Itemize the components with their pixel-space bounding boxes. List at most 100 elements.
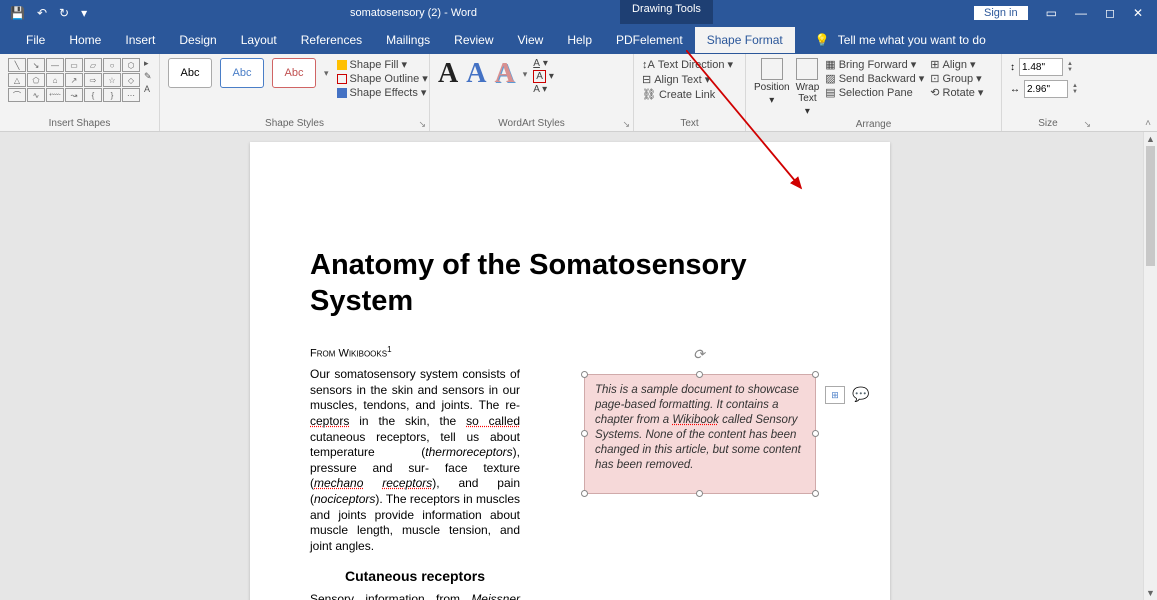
wordart-preset-1[interactable]: A xyxy=(438,58,458,90)
resize-handle-ml[interactable] xyxy=(581,430,588,437)
style-preset-1[interactable]: Abc xyxy=(168,58,212,88)
resize-handle-br[interactable] xyxy=(812,490,819,497)
doc-subheading[interactable]: Cutaneous receptors xyxy=(250,554,580,584)
shape-outline-button[interactable]: Shape Outline ▾ xyxy=(337,72,428,85)
selection-pane-button[interactable]: ▤ Selection Pane xyxy=(825,86,924,99)
shape-fill-button[interactable]: Shape Fill ▾ xyxy=(337,58,428,71)
wordart-preset-3[interactable]: A xyxy=(494,58,514,90)
tab-pdfelement[interactable]: PDFelement xyxy=(604,27,695,53)
window-title: somatosensory (2) - Word xyxy=(350,7,477,19)
document-page[interactable]: Anatomy of the Somatosensory System From… xyxy=(250,142,890,600)
comment-indicator-icon[interactable]: 💬 xyxy=(852,386,869,403)
bring-forward-button[interactable]: ▦ Bring Forward ▾ xyxy=(825,58,924,71)
minimize-icon[interactable]: — xyxy=(1075,6,1087,20)
ribbon-display-icon[interactable]: ▭ xyxy=(1046,6,1057,20)
scroll-down-icon[interactable]: ▼ xyxy=(1144,586,1157,600)
group-shape-styles: Abc Abc Abc ▾ Shape Fill ▾ Shape Outline… xyxy=(160,54,430,131)
text-direction-button[interactable]: ↕A Text Direction ▾ xyxy=(642,58,737,71)
vertical-scrollbar[interactable]: ▲ ▼ xyxy=(1143,132,1157,600)
doc-paragraph-1[interactable]: Our somatosensory system consists of sen… xyxy=(250,359,580,554)
edit-shape-icon[interactable]: ✎ xyxy=(144,71,152,82)
size-launcher-icon[interactable]: ↘ xyxy=(1083,119,1091,130)
outline-swatch-icon xyxy=(337,74,347,84)
group-label-arrange: Arrange xyxy=(754,117,993,132)
redo-icon[interactable]: ↻ xyxy=(59,6,69,20)
send-backward-button[interactable]: ▨ Send Backward ▾ xyxy=(825,72,924,85)
shapes-more-icon[interactable]: ▸ xyxy=(144,58,152,69)
titlebar: 💾 ↶ ↻ ▾ somatosensory (2) - Word Drawing… xyxy=(0,0,1157,26)
resize-handle-tm[interactable] xyxy=(696,371,703,378)
group-text: ↕A Text Direction ▾ ⊟ Align Text ▾ ⛓ Cre… xyxy=(634,54,746,131)
width-spinner[interactable]: ▲▼ xyxy=(1072,83,1078,95)
group-label-size: Size↘ xyxy=(1010,116,1086,131)
doc-paragraph-2[interactable]: Sensory information from Meissner corpus… xyxy=(250,584,580,600)
group-button[interactable]: ⊡ Group ▾ xyxy=(930,72,983,85)
height-spinner[interactable]: ▲▼ xyxy=(1067,61,1073,73)
tab-mailings[interactable]: Mailings xyxy=(374,27,442,53)
tab-review[interactable]: Review xyxy=(442,27,505,53)
tab-help[interactable]: Help xyxy=(555,27,604,53)
tab-file[interactable]: File xyxy=(14,27,57,53)
style-preset-2[interactable]: Abc xyxy=(220,58,264,88)
tab-layout[interactable]: Layout xyxy=(229,27,289,53)
rotate-handle-icon[interactable]: ⟳ xyxy=(693,345,705,363)
tell-me-search[interactable]: 💡 Tell me what you want to do xyxy=(815,33,986,47)
text-direction-icon: ↕A xyxy=(642,59,655,71)
rotate-button[interactable]: ⟲ Rotate ▾ xyxy=(930,86,983,99)
style-preset-3[interactable]: Abc xyxy=(272,58,316,88)
tab-shape-format[interactable]: Shape Format xyxy=(695,27,795,53)
create-link-button[interactable]: ⛓ Create Link xyxy=(642,88,737,101)
tab-insert[interactable]: Insert xyxy=(113,27,167,53)
resize-handle-bl[interactable] xyxy=(581,490,588,497)
ribbon-tabs: File Home Insert Design Layout Reference… xyxy=(0,26,1157,54)
tab-references[interactable]: References xyxy=(289,27,374,53)
height-input[interactable] xyxy=(1019,58,1063,76)
doc-source[interactable]: From Wikibooks1 xyxy=(250,320,890,360)
width-input[interactable] xyxy=(1024,80,1068,98)
shape-effects-button[interactable]: Shape Effects ▾ xyxy=(337,86,428,99)
tab-view[interactable]: View xyxy=(506,27,556,53)
scroll-thumb[interactable] xyxy=(1146,146,1155,266)
layout-options-button[interactable]: ⊞ xyxy=(825,386,845,404)
wordart-gallery[interactable]: A A A ▾ xyxy=(438,58,527,90)
group-label-text: Text xyxy=(642,116,737,131)
align-text-button[interactable]: ⊟ Align Text ▾ xyxy=(642,73,737,86)
resize-handle-mr[interactable] xyxy=(812,430,819,437)
group-icon: ⊡ xyxy=(930,72,939,85)
wordart-preset-2[interactable]: A xyxy=(466,58,486,90)
shape-styles-launcher-icon[interactable]: ↘ xyxy=(418,119,426,130)
document-workspace[interactable]: Anatomy of the Somatosensory System From… xyxy=(0,132,1143,600)
position-button[interactable]: Position▾ xyxy=(754,58,790,106)
tab-home[interactable]: Home xyxy=(57,27,113,53)
selection-pane-icon: ▤ xyxy=(825,86,835,99)
selected-textbox[interactable]: This is a sample document to showcase pa… xyxy=(584,374,816,494)
wordart-launcher-icon[interactable]: ↘ xyxy=(622,119,630,130)
signin-button[interactable]: Sign in xyxy=(974,6,1028,20)
undo-icon[interactable]: ↶ xyxy=(37,6,47,20)
group-label-shape-styles: Shape Styles↘ xyxy=(168,116,421,131)
ribbon: ╲↘—▭▱○⬡ △⬠⌂↗⇨☆◇ ⌒∿⬳↝{}⋯ ▸ ✎ A Insert Sha… xyxy=(0,54,1157,132)
doc-heading[interactable]: Anatomy of the Somatosensory System xyxy=(250,142,890,320)
close-icon[interactable]: ✕ xyxy=(1133,6,1143,20)
text-effects-button[interactable]: A ▾ xyxy=(533,84,554,95)
save-icon[interactable]: 💾 xyxy=(10,6,25,20)
qat-more-icon[interactable]: ▾ xyxy=(81,6,87,20)
resize-handle-tr[interactable] xyxy=(812,371,819,378)
resize-handle-bm[interactable] xyxy=(696,490,703,497)
text-fill-button[interactable]: A ▾ xyxy=(533,58,554,69)
shapes-gallery[interactable]: ╲↘—▭▱○⬡ △⬠⌂↗⇨☆◇ ⌒∿⬳↝{}⋯ xyxy=(8,58,140,102)
align-button[interactable]: ⊞ Align ▾ xyxy=(930,58,983,71)
wrap-text-button[interactable]: Wrap Text▾ xyxy=(796,58,820,117)
collapse-ribbon-icon[interactable]: ˄ xyxy=(1145,118,1151,129)
rotate-icon: ⟲ xyxy=(930,86,939,99)
text-box-icon[interactable]: A xyxy=(144,84,152,94)
group-wordart-styles: A A A ▾ A ▾ A ▾ A ▾ WordArt Styles↘ xyxy=(430,54,634,131)
shape-styles-gallery[interactable]: Abc Abc Abc ▾ xyxy=(168,58,329,88)
resize-handle-tl[interactable] xyxy=(581,371,588,378)
maximize-icon[interactable]: ◻ xyxy=(1105,6,1115,20)
tab-design[interactable]: Design xyxy=(167,27,228,53)
group-label-wordart-styles: WordArt Styles↘ xyxy=(438,116,625,131)
text-outline-button[interactable]: A ▾ xyxy=(533,70,554,83)
lightbulb-icon: 💡 xyxy=(815,33,830,47)
scroll-up-icon[interactable]: ▲ xyxy=(1144,132,1157,146)
